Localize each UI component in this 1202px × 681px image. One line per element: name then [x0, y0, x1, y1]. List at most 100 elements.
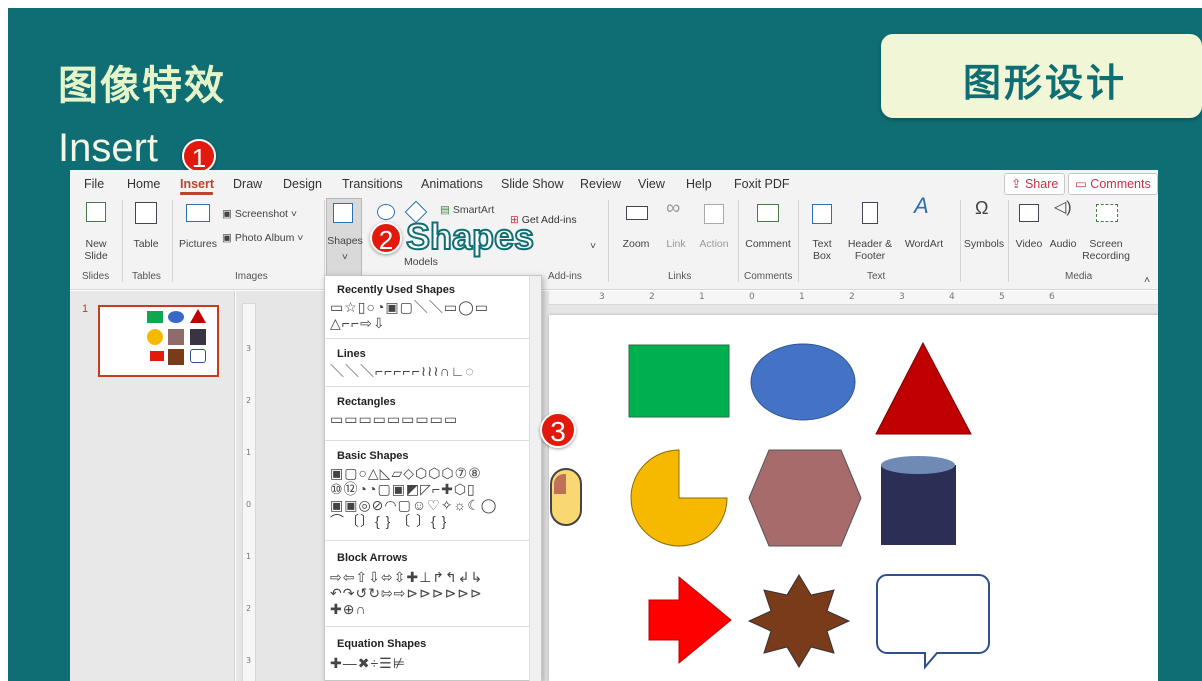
- tab-home[interactable]: Home: [127, 177, 160, 191]
- slide-shapes: [628, 341, 990, 670]
- symbols-button[interactable]: Ω Symbols: [962, 199, 1006, 270]
- tab-file[interactable]: File: [84, 177, 104, 191]
- section-basic-shapes: Basic Shapes: [337, 450, 409, 462]
- group-divider: [1008, 200, 1009, 282]
- lines-row[interactable]: ＼＼＼⌐⌐⌐⌐⌐≀≀≀∩∟◌: [330, 364, 475, 379]
- tab-foxit-pdf[interactable]: Foxit PDF: [734, 177, 790, 191]
- pictures-label: Pictures: [179, 238, 217, 250]
- block-arrows-row[interactable]: ↶↷↺↻⇰⇨⊳⊳⊳⊳⊳⊳: [330, 586, 483, 601]
- yellow-pie[interactable]: [630, 449, 728, 547]
- basic-shapes-row[interactable]: ▣▢○△◺▱◇⬡⬡⬡⑦⑧: [330, 466, 482, 481]
- pictures-button[interactable]: Pictures: [176, 200, 220, 270]
- tab-review[interactable]: Review: [580, 177, 621, 191]
- rectangles-row[interactable]: ▭▭▭▭▭▭▭▭▭: [330, 412, 458, 427]
- red-right-arrow[interactable]: [648, 575, 732, 665]
- screen-recording-button[interactable]: Screen Recording: [1078, 200, 1134, 270]
- block-arrows-row[interactable]: ⇨⇦⇧⇩⬄⇳✚⊥↱↰↲↳: [330, 570, 483, 585]
- group-divider: [738, 200, 739, 282]
- thumb-callout: [190, 349, 206, 363]
- audio-button[interactable]: ◁) Audio: [1046, 200, 1080, 270]
- tab-insert[interactable]: Insert: [180, 177, 214, 191]
- thumb-rectangle: [147, 311, 163, 323]
- zoom-label: Zoom: [622, 238, 650, 250]
- action-button[interactable]: Action: [694, 200, 734, 270]
- basic-shapes-row[interactable]: ⑩⑫◔◔▢▣◩◸⌐✚⬡▯: [330, 482, 476, 497]
- comment-button[interactable]: Comment: [742, 200, 794, 270]
- tab-view[interactable]: View: [638, 177, 665, 191]
- text-box-button[interactable]: Text Box: [802, 200, 842, 270]
- video-label: Video: [1015, 238, 1043, 250]
- shapes-button[interactable]: Shapes ˅: [326, 198, 363, 276]
- tab-animations[interactable]: Animations: [421, 177, 483, 191]
- red-triangle[interactable]: [875, 341, 972, 435]
- table-button[interactable]: Table: [128, 200, 164, 270]
- group-divider: [608, 200, 609, 282]
- group-text: Text: [867, 271, 886, 282]
- ruler-tick: 0: [749, 292, 755, 302]
- basic-shapes-row[interactable]: ⌒〔〕{ } 〔 〕{ }: [330, 514, 447, 529]
- thumb-oval: [168, 311, 184, 323]
- step-3-badge: 3: [540, 412, 576, 448]
- ribbon: New Slide Slides Table Tables Pictures ▣…: [70, 193, 1158, 290]
- section-recently-used: Recently Used Shapes: [337, 284, 455, 296]
- new-slide-label: New Slide: [84, 238, 108, 262]
- painted-hexagon[interactable]: [748, 449, 862, 547]
- slide-number: 1: [82, 303, 89, 315]
- menu-bar: File Home Insert Draw Design Transitions…: [70, 170, 1158, 196]
- header-footer-label: Header & Footer: [847, 238, 893, 262]
- screenshot-icon: ▣: [222, 208, 235, 220]
- thumb-hexagon: [168, 329, 184, 345]
- firework-star[interactable]: [747, 574, 851, 668]
- dropdown-scrollbar[interactable]: [529, 276, 541, 681]
- link-button[interactable]: ∞ Link: [658, 198, 694, 270]
- icons-button[interactable]: [372, 202, 402, 222]
- recent-shapes-row[interactable]: ▭☆▯○◔▣▢＼＼▭◯▭: [330, 300, 489, 315]
- divider: [325, 386, 530, 387]
- smartart-button[interactable]: ▤ SmartArt: [440, 204, 494, 216]
- screen-record-icon: [1096, 204, 1118, 222]
- ruler-tick: 1: [699, 292, 705, 302]
- tab-help[interactable]: Help: [686, 177, 712, 191]
- zoom-button[interactable]: Zoom: [616, 200, 656, 270]
- ruler-tick: 4: [949, 292, 955, 302]
- photo-album-icon: ▣: [222, 232, 235, 244]
- tab-draw[interactable]: Draw: [233, 177, 262, 191]
- ruler-tick: 6: [1049, 292, 1055, 302]
- header-footer-button[interactable]: Header & Footer: [840, 200, 900, 270]
- basic-shapes-row[interactable]: ▣▣◎⊘◠▢☺♡✧☼☾◯: [330, 498, 497, 513]
- wordart-button[interactable]: A WordArt: [902, 193, 946, 270]
- topic-tag-label: 图形设计: [963, 61, 1128, 105]
- wordart-icon: A: [914, 193, 929, 218]
- screenshot-button[interactable]: ▣ Screenshot ˅: [222, 208, 297, 220]
- video-button[interactable]: Video: [1012, 200, 1046, 270]
- action-label: Action: [699, 238, 729, 250]
- city-cylinder-body[interactable]: [881, 465, 956, 545]
- comment-plus-icon: [757, 204, 779, 222]
- share-label: Share: [1024, 177, 1059, 191]
- section-equation-shapes: Equation Shapes: [337, 638, 427, 650]
- ruler-tick: 5: [999, 292, 1005, 302]
- tab-design[interactable]: Design: [283, 177, 322, 191]
- blue-oval[interactable]: [750, 343, 856, 421]
- active-tab-underline: [180, 192, 213, 195]
- slide-thumbnail[interactable]: [98, 305, 219, 377]
- recent-shapes-row[interactable]: △⌐⌐⇨⇩: [330, 316, 386, 331]
- tab-slide-show[interactable]: Slide Show: [501, 177, 564, 191]
- video-icon: [1019, 204, 1039, 222]
- step-2-badge: 2: [370, 222, 402, 255]
- new-slide-button[interactable]: New Slide: [78, 200, 114, 270]
- divider: [325, 440, 530, 441]
- equation-shapes-row[interactable]: ✚—✖÷☰⊭: [330, 656, 406, 671]
- speaker-icon: ◁): [1054, 199, 1072, 216]
- collapse-ribbon-icon[interactable]: ˄: [1144, 274, 1150, 286]
- speech-callout[interactable]: [876, 574, 990, 670]
- share-button[interactable]: ⇪ Share: [1004, 173, 1066, 195]
- comments-button[interactable]: ▭ Comments: [1068, 173, 1158, 195]
- ruler-tick: 3: [899, 292, 905, 302]
- green-rectangle[interactable]: [628, 344, 730, 418]
- tab-transitions[interactable]: Transitions: [342, 177, 403, 191]
- block-arrows-row[interactable]: ✚⊕∩: [330, 602, 367, 617]
- group-comments: Comments: [744, 271, 793, 282]
- photo-album-button[interactable]: ▣ Photo Album ˅: [222, 232, 303, 244]
- slide[interactable]: [549, 315, 1158, 681]
